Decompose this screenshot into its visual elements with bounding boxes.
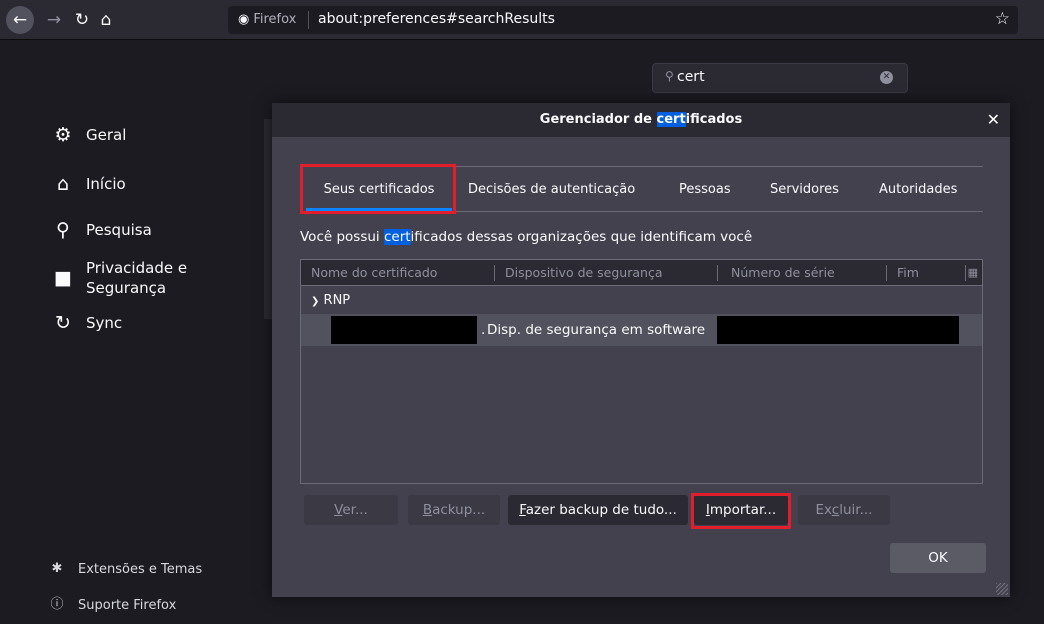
- close-icon[interactable]: ✕: [987, 103, 1000, 137]
- column-header-end[interactable]: Fim: [887, 260, 919, 286]
- redacted-serial: [717, 316, 959, 344]
- column-picker-icon[interactable]: ▦: [968, 260, 978, 286]
- table-row[interactable]: . Disp. de segurança em software: [301, 314, 982, 346]
- desc-highlight: cert: [383, 229, 411, 245]
- identity-label: Firefox: [253, 12, 297, 27]
- annotation-highlight-box: [691, 493, 791, 529]
- search-field-icon: ⚲: [665, 69, 674, 83]
- firefox-identity[interactable]: ◉ Firefox: [238, 12, 296, 27]
- certificate-manager-dialog: Gerenciador de certificados ✕ Seus certi…: [272, 103, 1010, 597]
- clear-search-icon[interactable]: ✕: [880, 71, 893, 84]
- back-icon[interactable]: ←: [6, 6, 34, 34]
- link-label: Extensões e Temas: [78, 561, 203, 577]
- column-header-device[interactable]: Dispositivo de segurança: [495, 260, 662, 286]
- sidebar-link-suporte[interactable]: ⓘ Suporte Firefox: [50, 595, 176, 615]
- tree-group-row[interactable]: ❯ RNP: [301, 290, 982, 312]
- sync-icon: ↻: [55, 312, 71, 334]
- forward-icon[interactable]: →: [40, 6, 68, 34]
- button-label: er...: [342, 502, 368, 518]
- row-dot: .: [481, 322, 486, 338]
- sidebar-item-pesquisa[interactable]: ⚲ Pesquisa: [52, 220, 152, 240]
- url-text[interactable]: about:preferences#searchResults: [318, 11, 555, 27]
- preferences-search-input[interactable]: ⚲ cert ✕: [652, 63, 908, 93]
- gear-icon: ⚙: [54, 124, 72, 146]
- group-label: RNP: [323, 293, 351, 308]
- button-label: azer backup de tudo...: [525, 502, 677, 518]
- chevron-down-icon[interactable]: ❯: [311, 296, 319, 307]
- certificates-description: Você possui certificados dessas organiza…: [300, 229, 752, 245]
- sidebar-label-line2: Segurança: [86, 279, 167, 297]
- backup-button[interactable]: Backup...: [408, 495, 500, 525]
- title-part: Gerenciador de: [539, 112, 657, 127]
- firefox-logo-icon: ◉: [238, 12, 250, 27]
- sidebar-item-sync[interactable]: ↻ Sync: [52, 313, 122, 333]
- ok-button[interactable]: OK: [890, 543, 986, 573]
- search-value[interactable]: cert: [677, 69, 705, 85]
- sidebar-item-geral[interactable]: ⚙ Geral: [52, 125, 126, 145]
- dialog-title: Gerenciador de certificados: [272, 103, 1010, 137]
- home-icon: ⌂: [56, 173, 70, 195]
- resize-grip[interactable]: [996, 583, 1008, 595]
- button-label: luir...: [839, 502, 873, 518]
- sidebar-item-privacidade[interactable]: ■ Privacidade e Segurança: [52, 258, 187, 298]
- sidebar-item-inicio[interactable]: ⌂ Início: [52, 174, 126, 194]
- mnemonic: B: [422, 502, 433, 518]
- column-header-name[interactable]: Nome do certificado: [301, 260, 437, 286]
- annotation-highlight-box: [300, 164, 456, 214]
- tab-decisoes-autenticacao[interactable]: Decisões de autenticação: [468, 175, 635, 205]
- sidebar-label: Privacidade e Segurança: [86, 258, 187, 298]
- help-icon: ⓘ: [50, 597, 64, 612]
- tab-autoridades[interactable]: Autoridades: [879, 175, 957, 205]
- url-separator: [308, 11, 309, 29]
- button-label: Ex: [815, 502, 832, 518]
- lock-icon: ■: [54, 267, 72, 289]
- search-icon: ⚲: [56, 219, 70, 241]
- column-header-serial[interactable]: Número de série: [721, 260, 835, 286]
- desc-part: ificados dessas organizações que identif…: [410, 229, 753, 245]
- bookmark-star-icon[interactable]: ☆: [995, 9, 1010, 29]
- tab-servidores[interactable]: Servidores: [770, 175, 839, 205]
- certificates-tree[interactable]: Nome do certificado Dispositivo de segur…: [300, 259, 983, 484]
- url-bar[interactable]: ◉ Firefox about:preferences#searchResult…: [228, 6, 1018, 34]
- sidebar-label: Início: [86, 175, 126, 193]
- puzzle-icon: ✱: [51, 561, 63, 576]
- button-label: ackup...: [432, 502, 486, 518]
- delete-button[interactable]: Excluir...: [798, 495, 890, 525]
- link-label: Suporte Firefox: [78, 597, 177, 613]
- home-button-icon[interactable]: ⌂: [92, 6, 120, 34]
- browser-toolbar: ← → ↻ ⌂ ◉ Firefox about:preferences#sear…: [0, 0, 1044, 40]
- row-device: Disp. de segurança em software: [487, 322, 706, 338]
- column-separator[interactable]: [965, 265, 966, 281]
- title-highlight: cert: [656, 112, 686, 127]
- redacted-cert-name: [331, 316, 477, 344]
- sidebar-label: Geral: [86, 126, 127, 144]
- desc-part: Você possui: [300, 229, 384, 245]
- sidebar-label-line1: Privacidade e: [86, 259, 188, 277]
- tab-pessoas[interactable]: Pessoas: [679, 175, 731, 205]
- tree-header: Nome do certificado Dispositivo de segur…: [301, 260, 982, 286]
- sidebar-label: Pesquisa: [86, 221, 152, 239]
- view-button[interactable]: Ver...: [304, 495, 398, 525]
- backup-all-button[interactable]: Fazer backup de tudo...: [508, 495, 688, 525]
- sidebar-label: Sync: [86, 314, 123, 332]
- sidebar-link-extensoes[interactable]: ✱ Extensões e Temas: [50, 559, 203, 579]
- column-separator[interactable]: [717, 265, 718, 281]
- title-part: ificados: [685, 112, 743, 127]
